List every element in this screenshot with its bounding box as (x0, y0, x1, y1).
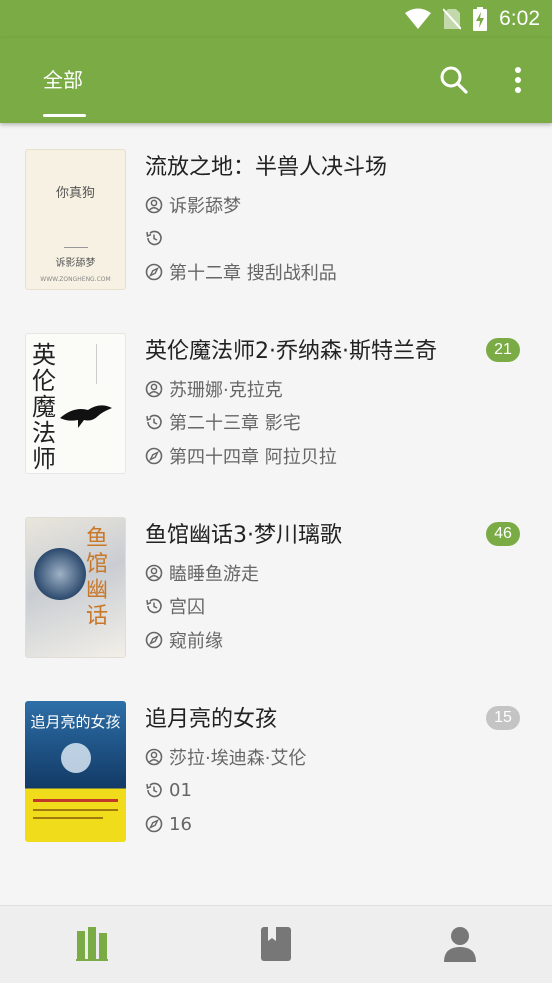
nav-book-store[interactable] (256, 924, 296, 964)
tab-all[interactable]: 全部 (30, 62, 96, 102)
author-text: 苏珊娜·克拉克 (169, 380, 283, 401)
book-cover: 鱼馆幽话 (25, 517, 126, 658)
book-cover: 英伦魔法师 (25, 333, 126, 474)
author-text: 诉影舔梦 (169, 196, 241, 217)
cover-title: 你真狗 (55, 186, 95, 201)
history-icon (146, 598, 162, 614)
author-text: 瞌睡鱼游走 (169, 564, 259, 585)
last-read-text: 第二十三章 影宅 (169, 413, 301, 434)
book-latest-chapter: 第四十四章 阿拉贝拉 (145, 444, 337, 468)
cover-title: 追月亮的女孩 (30, 713, 121, 731)
history-icon (146, 414, 162, 430)
more-vert-icon (515, 67, 521, 93)
compass-icon (145, 263, 163, 281)
author-icon (145, 196, 163, 214)
history-icon (146, 230, 162, 246)
wifi-icon (405, 8, 432, 29)
book-author: 诉影舔梦 (145, 193, 241, 217)
nav-bookshelf[interactable] (72, 924, 112, 964)
list-item[interactable]: 追月亮的女孩 追月亮的女孩 15 莎拉·埃迪森·艾伦 01 16 (0, 675, 552, 859)
book-last-read (145, 226, 169, 250)
unread-count-badge: 21 (486, 338, 520, 362)
no-sim-icon (443, 8, 462, 30)
search-button[interactable] (434, 60, 474, 100)
last-read-text: 01 (169, 779, 192, 801)
book-cover: 你真狗 诉影舔梦 WWW.ZONGHENG.COM (25, 149, 126, 290)
cover-moon (61, 743, 91, 773)
cover-title: 鱼馆幽话 (86, 526, 109, 629)
status-bar: 6:02 (0, 0, 552, 38)
tab-indicator (43, 114, 86, 117)
book-cover: 追月亮的女孩 (25, 701, 126, 842)
history-icon (146, 782, 162, 798)
book-icon (261, 927, 291, 961)
list-item[interactable]: 你真狗 诉影舔梦 WWW.ZONGHENG.COM 流放之地：半兽人决斗场 诉影… (0, 123, 552, 307)
cover-text-line (33, 809, 118, 811)
person-icon (444, 927, 476, 962)
latest-chapter-text: 第四十四章 阿拉贝拉 (169, 447, 337, 468)
latest-chapter-text: 16 (169, 813, 192, 835)
book-author: 瞌睡鱼游走 (145, 561, 259, 585)
compass-icon (145, 631, 163, 649)
author-icon (145, 564, 163, 582)
cover-text-block (96, 344, 120, 384)
cover-ornament (64, 242, 88, 248)
bookshelf-icon (76, 927, 108, 961)
book-last-read: 01 (145, 778, 192, 802)
cover-text-line (33, 817, 103, 819)
book-author: 苏珊娜·克拉克 (145, 377, 283, 401)
book-author: 莎拉·埃迪森·艾伦 (145, 745, 306, 769)
latest-chapter-text: 窥前缘 (169, 631, 223, 652)
app-bar: 全部 (0, 38, 552, 123)
compass-icon (145, 447, 163, 465)
author-icon (145, 380, 163, 398)
status-icons: 6:02 (405, 6, 540, 32)
unread-count-badge: 15 (486, 706, 520, 730)
cover-orb (34, 548, 86, 600)
search-icon (440, 66, 468, 94)
author-text: 莎拉·埃迪森·艾伦 (169, 748, 307, 769)
book-last-read: 宫囚 (145, 594, 205, 618)
more-options-button[interactable] (498, 60, 538, 100)
last-read-text: 宫囚 (169, 597, 205, 618)
book-title: 英伦魔法师2·乔纳森·斯特兰奇 (145, 339, 437, 364)
raven-illustration (60, 405, 112, 428)
cover-text-line (33, 799, 118, 802)
battery-charging-icon (473, 7, 488, 31)
book-latest-chapter: 16 (145, 812, 192, 836)
list-item[interactable]: 英伦魔法师 英伦魔法师2·乔纳森·斯特兰奇 21 苏珊娜·克拉克 第二十三章 影… (0, 307, 552, 491)
book-title: 流放之地：半兽人决斗场 (145, 155, 388, 180)
book-title: 鱼馆幽话3·梦川璃歌 (145, 523, 342, 548)
status-time: 6:02 (499, 7, 540, 30)
author-icon (145, 748, 163, 766)
cover-site: WWW.ZONGHENG.COM (40, 276, 111, 283)
cover-author: 诉影舔梦 (55, 258, 96, 269)
bottom-navigation (0, 905, 552, 983)
latest-chapter-text: 第十二章 搜刮战利品 (169, 263, 337, 284)
book-title: 追月亮的女孩 (145, 707, 278, 732)
book-last-read: 第二十三章 影宅 (145, 410, 301, 434)
list-item[interactable]: 鱼馆幽话 鱼馆幽话3·梦川璃歌 46 瞌睡鱼游走 宫囚 窥前缘 (0, 491, 552, 675)
compass-icon (145, 815, 163, 833)
book-latest-chapter: 窥前缘 (145, 628, 223, 652)
nav-profile[interactable] (440, 924, 480, 964)
book-latest-chapter: 第十二章 搜刮战利品 (145, 260, 337, 284)
unread-count-badge: 46 (486, 522, 520, 546)
